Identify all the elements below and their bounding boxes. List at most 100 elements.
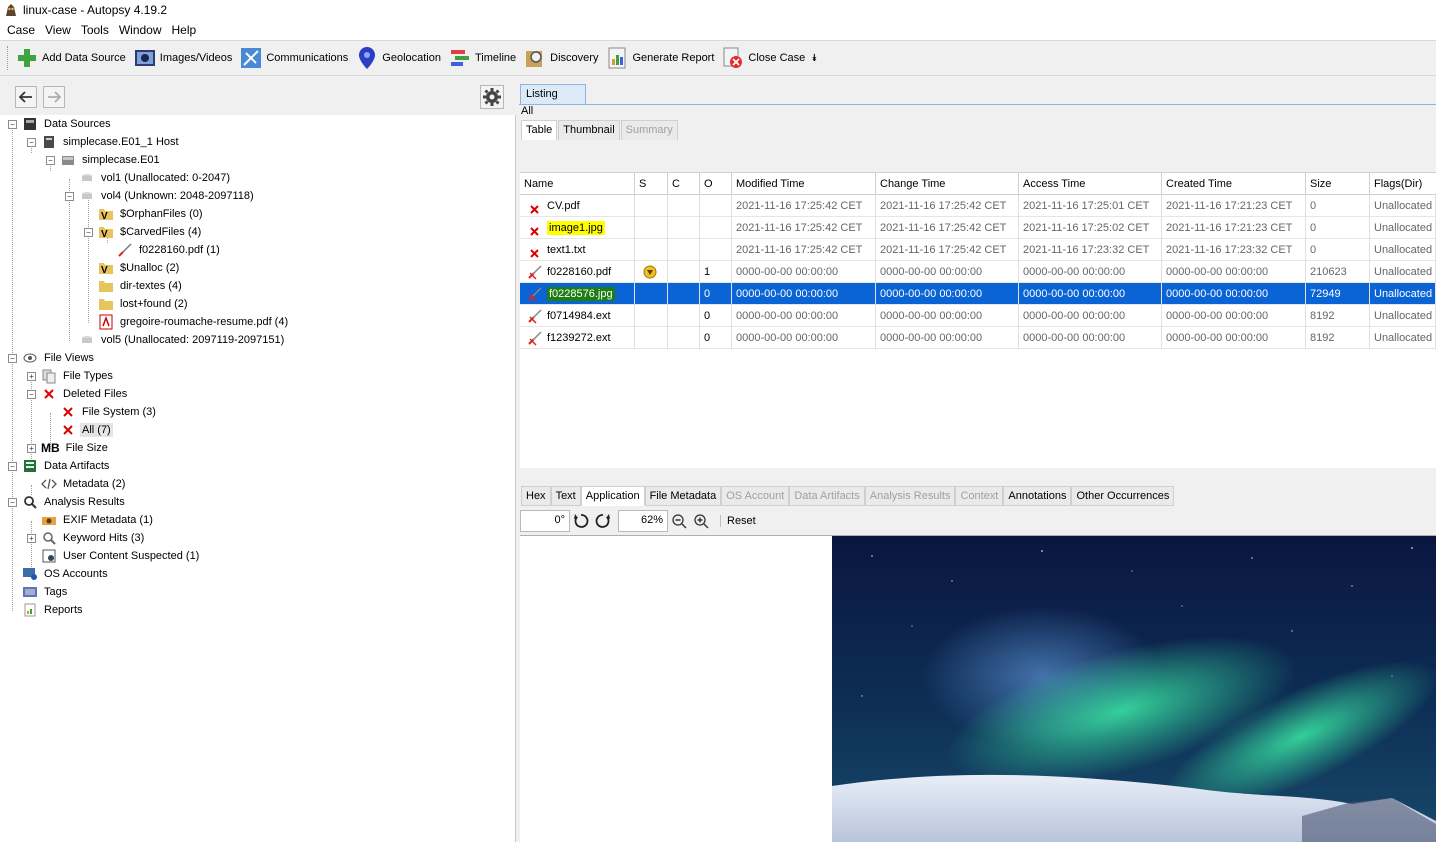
collapse-toggle[interactable]: −	[8, 119, 17, 129]
tree-node-dir-textes[interactable]: dir-textes (4)	[98, 277, 184, 295]
tab-file-metadata[interactable]: File Metadata	[644, 486, 722, 506]
tree-node-keyword-hits[interactable]: + Keyword Hits (3)	[27, 529, 146, 547]
zoom-in-icon[interactable]	[690, 510, 712, 532]
collapse-toggle[interactable]: −	[8, 353, 17, 363]
reset-button[interactable]: Reset	[720, 515, 756, 527]
rotation-field[interactable]: 0°	[520, 510, 570, 532]
table-row[interactable]: f0714984.ext 0 0000-00-00 00:00:00 0000-00-…	[520, 305, 1436, 327]
cell-flags: Unallocated	[1370, 283, 1436, 305]
column-header-c[interactable]: C	[668, 173, 700, 195]
toolbar-overflow-chevron-icon[interactable]: ⯯	[811, 53, 817, 64]
cell-s	[635, 327, 668, 349]
collapse-toggle[interactable]: −	[46, 155, 55, 165]
rotate-right-icon[interactable]	[592, 510, 614, 532]
collapse-toggle[interactable]: −	[84, 227, 93, 237]
expand-toggle[interactable]: +	[27, 443, 36, 453]
communications-button[interactable]: Communications	[236, 43, 352, 73]
cell-c	[668, 217, 700, 239]
tree-node-os-accounts[interactable]: OS Accounts	[22, 565, 110, 583]
menu-case[interactable]: Case	[2, 23, 40, 37]
tree-node-unalloc[interactable]: V $Unalloc (2)	[98, 259, 181, 277]
tree-node-analysis-results[interactable]: − Analysis Results	[8, 493, 127, 511]
tree-node-image[interactable]: − simplecase.E01	[46, 151, 162, 169]
tab-thumbnail[interactable]: Thumbnail	[558, 120, 620, 140]
table-row[interactable]: CV.pdf 2021-11-16 17:25:42 CET 2021-11-16 …	[520, 195, 1436, 217]
table-row[interactable]: f1239272.ext 0 0000-00-00 00:00:00 0000-00-…	[520, 327, 1436, 349]
aurora-image	[832, 536, 1436, 842]
table-row[interactable]: image1.jpg 2021-11-16 17:25:42 CET 2021-11…	[520, 217, 1436, 239]
tree-node-lost-found[interactable]: lost+found (2)	[98, 295, 190, 313]
tree-node-data-sources[interactable]: − Data Sources	[8, 115, 113, 133]
column-header-s[interactable]: S	[635, 173, 668, 195]
generate-report-button[interactable]: Generate Report	[602, 43, 718, 73]
table-row[interactable]: f0228576.jpg 0 0000-00-00 00:00:00 0000-00-…	[520, 283, 1436, 305]
tab-hex[interactable]: Hex	[521, 486, 551, 506]
menu-tools[interactable]: Tools	[76, 23, 114, 37]
tab-text[interactable]: Text	[550, 486, 581, 506]
tab-table[interactable]: Table	[521, 120, 558, 140]
tree-node-metadata[interactable]: Metadata (2)	[41, 475, 127, 493]
tab-annotations[interactable]: Annotations	[1003, 486, 1072, 506]
column-header-change[interactable]: Change Time	[876, 173, 1019, 195]
zoom-out-icon[interactable]	[668, 510, 690, 532]
tree-node-host[interactable]: − simplecase.E01_1 Host	[27, 133, 181, 151]
zoom-field[interactable]: 62%	[618, 510, 668, 532]
tab-listing[interactable]: Listing	[520, 84, 586, 104]
expand-toggle[interactable]: +	[27, 371, 36, 381]
tree-node-carved-files[interactable]: − V $CarvedFiles (4)	[84, 223, 203, 241]
collapse-toggle[interactable]: −	[8, 461, 17, 471]
table-row[interactable]: text1.txt 2021-11-16 17:25:42 CET 2021-11-…	[520, 239, 1436, 261]
cell-size: 0	[1306, 195, 1370, 217]
column-header-name[interactable]: Name	[520, 173, 635, 195]
discovery-icon	[524, 47, 546, 69]
tree-node-vol1[interactable]: vol1 (Unallocated: 0-2047)	[79, 169, 232, 187]
menu-help[interactable]: Help	[167, 23, 202, 37]
tree-node-file-system[interactable]: File System (3)	[60, 403, 158, 421]
menu-window[interactable]: Window	[114, 23, 167, 37]
tree-node-reports[interactable]: Reports	[22, 601, 85, 619]
back-button[interactable]	[15, 86, 37, 108]
camera-icon	[41, 512, 57, 528]
tree-node-vol4[interactable]: − vol4 (Unknown: 2048-2097118)	[65, 187, 256, 205]
tree-settings-button[interactable]	[480, 85, 504, 109]
rotate-left-icon[interactable]	[570, 510, 592, 532]
forward-button[interactable]	[43, 86, 65, 108]
images-videos-button[interactable]: Images/Videos	[130, 43, 237, 73]
volume-icon	[79, 170, 95, 186]
tree-node-resume-pdf[interactable]: gregoire-roumache-resume.pdf (4)	[98, 313, 290, 331]
add-data-source-button[interactable]: Add Data Source	[12, 43, 130, 73]
column-header-modified[interactable]: Modified Time	[732, 173, 876, 195]
tree-node-file-views[interactable]: − File Views	[8, 349, 96, 367]
column-header-o[interactable]: O	[700, 173, 732, 195]
column-header-created[interactable]: Created Time	[1162, 173, 1306, 195]
tab-other-occurrences[interactable]: Other Occurrences	[1071, 486, 1175, 506]
column-header-access[interactable]: Access Time	[1019, 173, 1162, 195]
tree-node-exif[interactable]: EXIF Metadata (1)	[41, 511, 155, 529]
tree-node-file-types[interactable]: + File Types	[27, 367, 115, 385]
tree-node-all[interactable]: All (7)	[60, 421, 113, 439]
table-row[interactable]: f0228160.pdf 1 0000-00-00 00:00:00 0000-00-…	[520, 261, 1436, 283]
column-header-flags[interactable]: Flags(Dir)	[1370, 173, 1436, 195]
tree-node-data-artifacts[interactable]: − Data Artifacts	[8, 457, 111, 475]
collapse-toggle[interactable]: −	[27, 389, 36, 399]
tree-node-orphan-files[interactable]: V $OrphanFiles (0)	[98, 205, 205, 223]
tree-node-user-content[interactable]: User Content Suspected (1)	[41, 547, 201, 565]
timeline-button[interactable]: Timeline	[445, 43, 520, 73]
menu-view[interactable]: View	[40, 23, 76, 37]
tree-node-tags[interactable]: Tags	[22, 583, 69, 601]
collapse-toggle[interactable]: −	[65, 191, 74, 201]
tree-node-deleted-files[interactable]: − Deleted Files	[27, 385, 129, 403]
tab-application[interactable]: Application	[580, 486, 645, 506]
column-header-size[interactable]: Size	[1306, 173, 1370, 195]
collapse-toggle[interactable]: −	[8, 497, 17, 507]
collapse-toggle[interactable]: −	[27, 137, 36, 147]
cell-flags: Unallocated	[1370, 195, 1436, 217]
file-name: CV.pdf	[547, 200, 580, 212]
close-case-button[interactable]: Close Case	[718, 43, 809, 73]
tree-node-carved-pdf[interactable]: f0228160.pdf (1)	[117, 241, 222, 259]
discovery-button[interactable]: Discovery	[520, 43, 602, 73]
tree-node-vol5[interactable]: vol5 (Unallocated: 2097119-2097151)	[79, 331, 286, 349]
geolocation-button[interactable]: Geolocation	[352, 43, 445, 73]
expand-toggle[interactable]: +	[27, 533, 36, 543]
tree-node-file-size[interactable]: + MB File Size	[27, 439, 110, 457]
